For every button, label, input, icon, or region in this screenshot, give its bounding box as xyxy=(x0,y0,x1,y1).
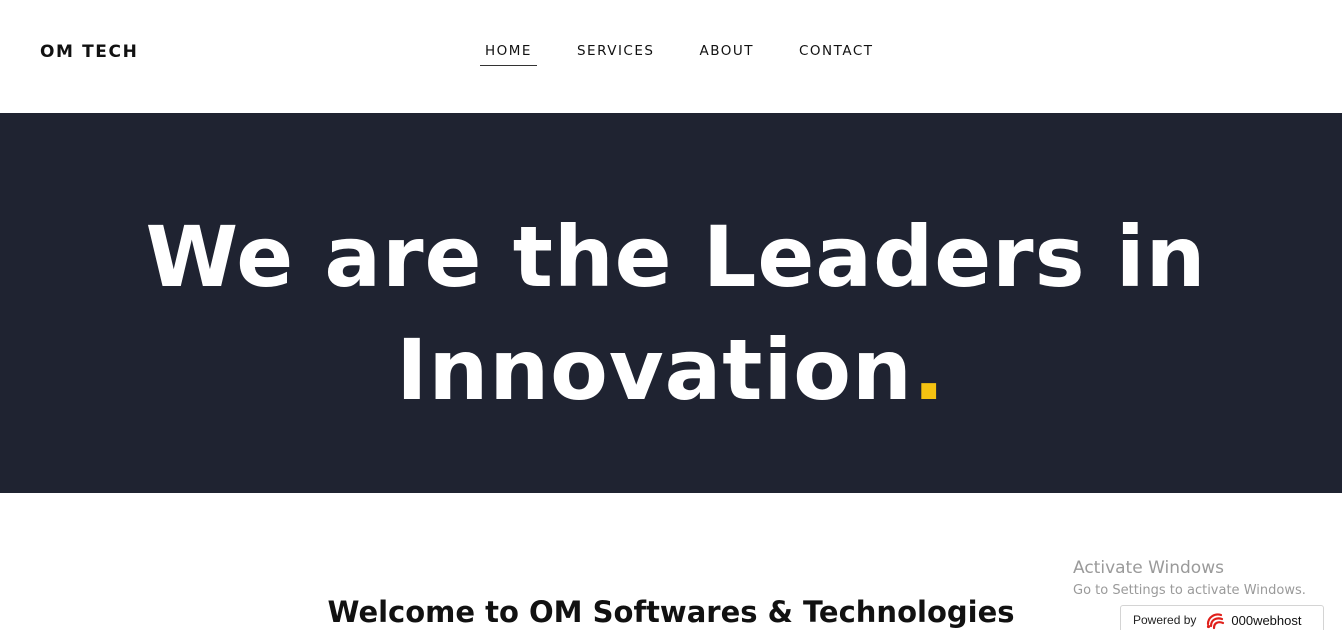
hero-heading-line-2: Innovation. xyxy=(0,314,1342,427)
site-logo[interactable]: OM TECH xyxy=(40,42,138,62)
powered-by-badge[interactable]: Powered by 000webhost xyxy=(1120,605,1324,630)
page: OM TECH HOME SERVICES ABOUT CONTACT We a… xyxy=(0,0,1342,630)
main-nav: HOME SERVICES ABOUT CONTACT xyxy=(480,43,914,66)
site-header: OM TECH HOME SERVICES ABOUT CONTACT xyxy=(0,0,1342,113)
nav-item-home[interactable]: HOME xyxy=(480,43,537,66)
nav-item-services[interactable]: SERVICES xyxy=(572,43,659,66)
nav-item-contact[interactable]: CONTACT xyxy=(794,43,879,66)
nav-item-about[interactable]: ABOUT xyxy=(694,43,759,66)
hero-banner: We are the Leaders in Innovation. xyxy=(0,113,1342,493)
powered-by-label: Powered by xyxy=(1133,613,1197,627)
hero-heading: We are the Leaders in Innovation. xyxy=(0,201,1342,427)
powered-by-brand: 000webhost xyxy=(1231,612,1302,628)
hero-accent-dot: . xyxy=(912,321,946,419)
hero-heading-line-1: We are the Leaders in xyxy=(145,208,1207,306)
hero-heading-word: Innovation xyxy=(396,321,913,419)
activate-windows-title: Activate Windows xyxy=(1073,558,1224,578)
000webhost-logo-icon xyxy=(1204,609,1226,630)
